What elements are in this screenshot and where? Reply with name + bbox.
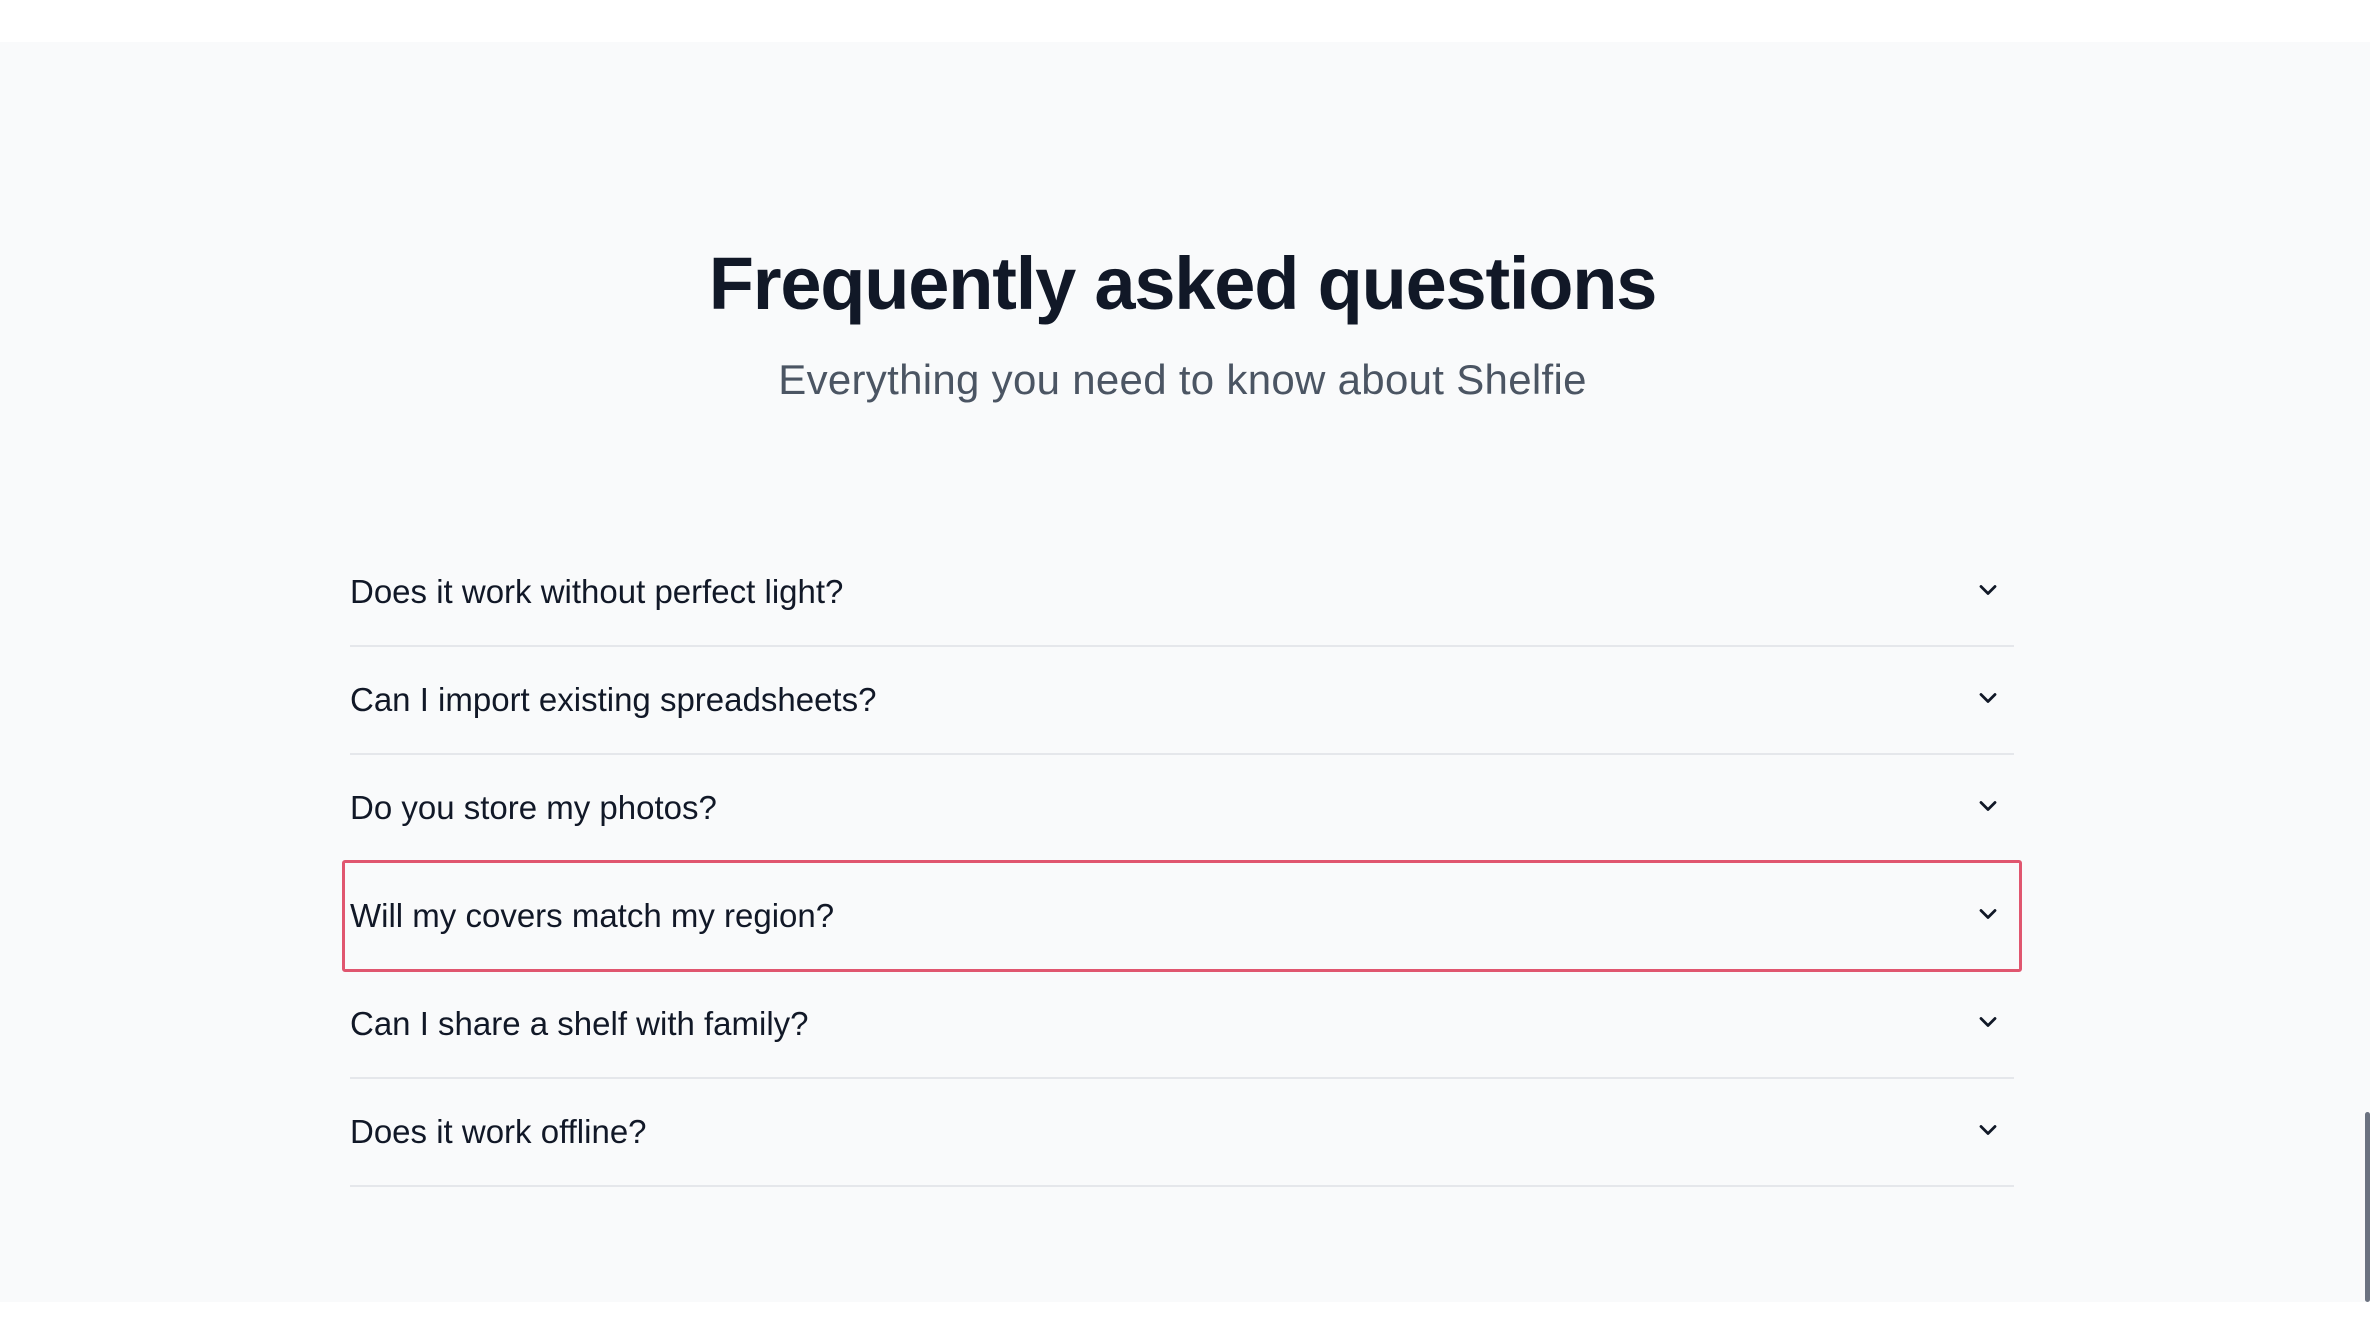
chevron-down-icon[interactable] (1974, 576, 2002, 604)
faq-item-covers-match-region[interactable]: Will my covers match my region? (342, 860, 2022, 972)
faq-item-share-shelf-family[interactable]: Can I share a shelf with family? (350, 971, 2014, 1079)
faq-section: Frequently asked questions Everything yo… (0, 42, 2370, 1302)
chevron-down-icon[interactable] (1974, 684, 2002, 712)
faq-question: Can I import existing spreadsheets? (350, 681, 877, 718)
faq-question: Will my covers match my region? (350, 897, 835, 934)
faq-title: Frequently asked questions (708, 242, 1658, 325)
faq-item-store-photos[interactable]: Do you store my photos? (350, 755, 2014, 863)
faq-item-import-spreadsheets[interactable]: Can I import existing spreadsheets? (350, 647, 2014, 755)
faq-item-work-without-perfect-light[interactable]: Does it work without perfect light? (350, 539, 2014, 647)
faq-list: Does it work without perfect light? Can … (342, 539, 2022, 1187)
faq-item-work-offline[interactable]: Does it work offline? (350, 1079, 2014, 1187)
chevron-down-icon[interactable] (1974, 1116, 2002, 1144)
faq-question: Does it work offline? (350, 1113, 647, 1150)
chevron-down-icon[interactable] (1974, 900, 2002, 928)
faq-question: Does it work without perfect light? (350, 573, 844, 610)
faq-question: Can I share a shelf with family? (350, 1005, 809, 1042)
scrollbar-thumb[interactable] (2365, 1112, 2370, 1302)
faq-subtitle: Everything you need to know about Shelfi… (778, 356, 1587, 403)
chevron-down-icon[interactable] (1974, 1008, 2002, 1036)
faq-question: Do you store my photos? (350, 789, 717, 826)
chevron-down-icon[interactable] (1974, 792, 2002, 820)
